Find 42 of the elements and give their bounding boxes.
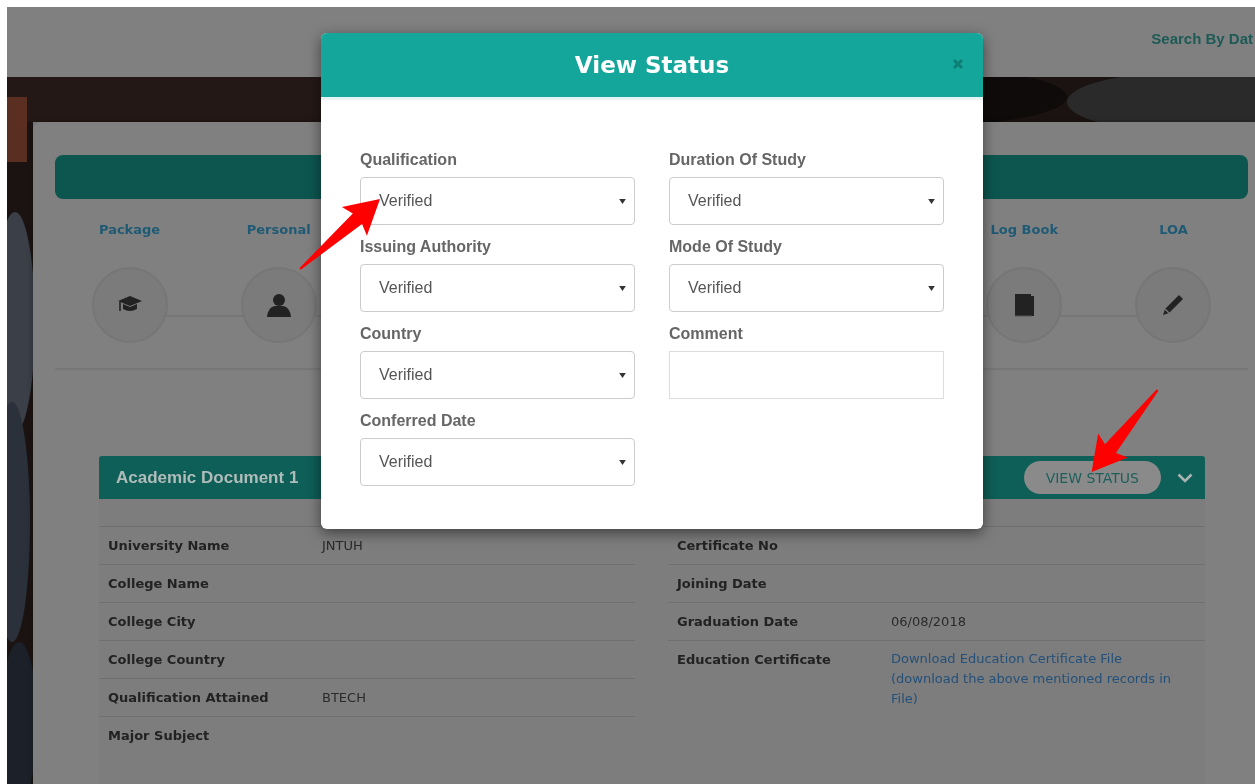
status-select[interactable]: Verified — [360, 351, 635, 399]
status-select[interactable]: Verified — [669, 177, 944, 225]
chevron-down-icon[interactable] — [1177, 472, 1193, 483]
caret-icon — [619, 459, 626, 465]
field-value: BTECH — [322, 690, 366, 707]
search-link[interactable]: Search By Dat — [1151, 30, 1253, 47]
field-label: Qualification Attained — [108, 690, 270, 707]
field-label: Comment — [669, 325, 744, 343]
field-value: JNTUH — [322, 538, 363, 555]
field-label: Issuing Authority — [360, 238, 492, 256]
field-label: University Name — [108, 538, 231, 555]
field-label: Joining Date — [677, 576, 768, 593]
field-label: Conferred Date — [360, 412, 477, 430]
status-select[interactable]: Verified — [360, 438, 635, 486]
comment-field[interactable] — [669, 351, 944, 399]
field-label: Duration Of Study — [669, 151, 807, 169]
dialog-title: View Status — [574, 52, 730, 78]
field-label: Mode Of Study — [669, 238, 783, 256]
step-label[interactable]: Package — [98, 221, 161, 239]
caret-icon — [619, 285, 626, 291]
status-select[interactable]: Verified — [360, 264, 635, 312]
field-label: Country — [360, 325, 423, 343]
step-label[interactable]: Log Book — [990, 221, 1059, 239]
person-icon — [265, 292, 292, 318]
field-label: Certificate No — [677, 538, 779, 555]
caret-icon — [928, 285, 935, 291]
field-label: Qualification — [360, 151, 458, 169]
caret-icon — [619, 372, 626, 378]
field-label: Major Subject — [108, 728, 211, 745]
field-label: College Name — [108, 576, 210, 593]
step-label[interactable]: LOA — [1159, 221, 1188, 239]
field-label: College Country — [108, 652, 226, 669]
field-value: 06/08/2018 — [891, 614, 966, 631]
field-label: College City — [108, 614, 197, 631]
download-link[interactable]: Download Education Certificate File (download the above mentioned records in File) — [891, 649, 1181, 709]
step-label[interactable]: Personal — [246, 221, 311, 239]
field-label: Education Certificate — [677, 652, 832, 669]
status-select[interactable]: Verified — [669, 264, 944, 312]
field-label: Graduation Date — [677, 614, 800, 631]
view-status-button[interactable]: VIEW STATUS — [1023, 461, 1161, 494]
panel-title: Academic Document 1 — [116, 467, 300, 488]
status-select[interactable]: Verified — [360, 177, 635, 225]
